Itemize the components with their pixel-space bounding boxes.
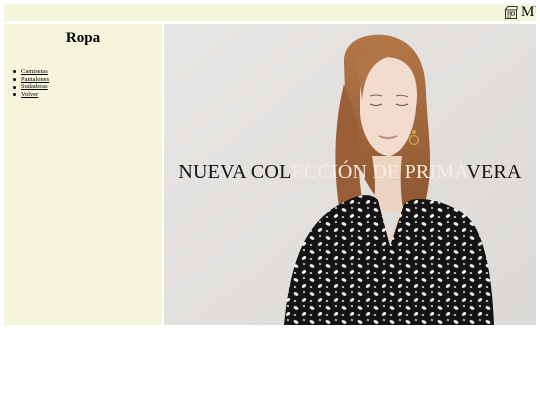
category-menu: Camisetas Pantalones Sudaderas Volver bbox=[12, 68, 49, 98]
hero-caption-part3: VERA bbox=[466, 161, 522, 183]
hero-banner[interactable]: NUEVA COLECCIÓN DE PRIMAVERA bbox=[164, 24, 536, 325]
hero-caption-part2: ECCIÓN DE PRIMA bbox=[291, 161, 467, 183]
menu-item-camisetas: Camisetas bbox=[12, 68, 49, 76]
menu-link-pantalones[interactable]: Pantalones bbox=[21, 76, 49, 83]
shop-icon bbox=[504, 5, 519, 20]
menu-item-volver: Volver bbox=[12, 91, 49, 99]
brand-name: MU bbox=[521, 4, 536, 20]
sidebar: Ropa Camisetas Pantalones Sudaderas Volv… bbox=[4, 24, 162, 325]
brand[interactable]: MU bbox=[504, 4, 536, 21]
menu-item-pantalones: Pantalones bbox=[12, 76, 49, 84]
menu-item-sudaderas: Sudaderas bbox=[12, 83, 49, 91]
hero-caption-part1: NUEVA COL bbox=[178, 161, 292, 183]
menu-link-volver[interactable]: Volver bbox=[21, 91, 38, 98]
hero-caption: NUEVA COLECCIÓN DE PRIMAVERA bbox=[164, 161, 536, 184]
menu-link-sudaderas[interactable]: Sudaderas bbox=[21, 83, 48, 90]
top-bar: MU bbox=[4, 4, 536, 21]
menu-link-camisetas[interactable]: Camisetas bbox=[21, 68, 48, 75]
sidebar-title: Ropa bbox=[65, 30, 101, 46]
